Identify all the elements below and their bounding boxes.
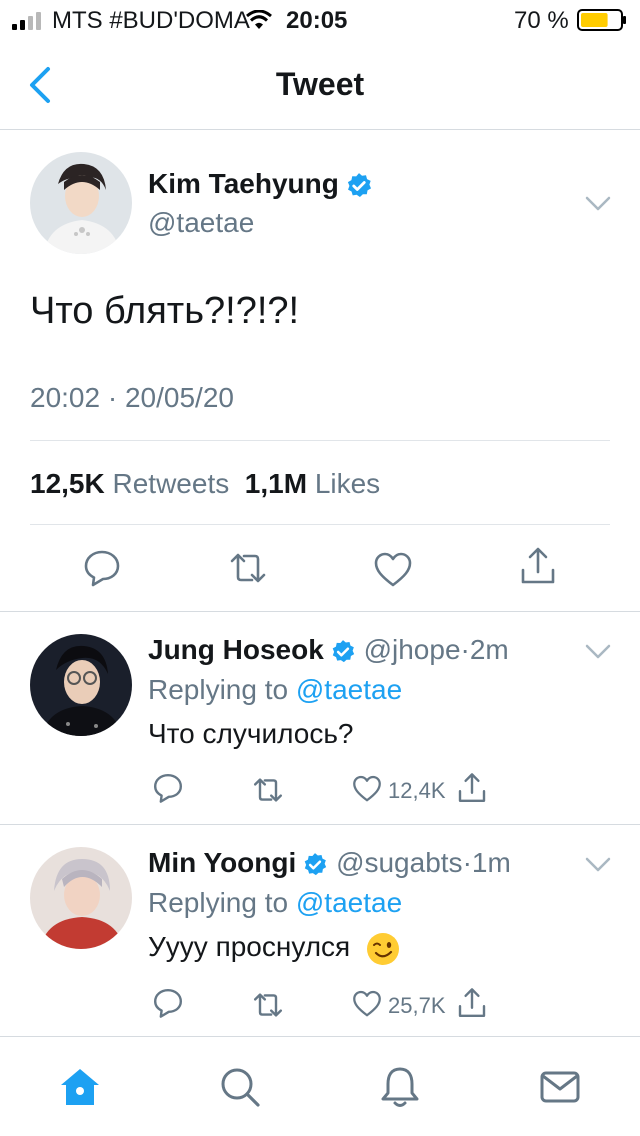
main-tweet: Kim Taehyung @taetae Что блять?!?!?! 20:… (0, 130, 640, 612)
chevron-down-icon[interactable] (585, 196, 611, 212)
reply-header: Jung Hoseok @jhope·2m (148, 634, 509, 666)
tweet-text: Что блять?!?!?! (30, 290, 300, 332)
likes-count[interactable]: 1,1M (245, 468, 307, 499)
retweet-icon[interactable] (252, 989, 284, 1021)
status-bar: MTS #BUD'DOMA 20:05 70 % (0, 0, 640, 40)
verified-badge-icon (304, 852, 327, 875)
page-title: Tweet (275, 66, 365, 102)
likes-label[interactable]: Likes (315, 468, 380, 499)
home-icon[interactable] (58, 1065, 102, 1109)
like-icon[interactable] (352, 774, 382, 804)
separator-dot: · (462, 847, 472, 878)
retweets-label[interactable]: Retweets (113, 468, 230, 499)
author-name-text: Kim Taehyung (148, 168, 339, 199)
divider (30, 524, 610, 525)
reply-tweet[interactable]: Jung Hoseok @jhope·2m Replying to @taeta… (0, 612, 640, 825)
avatar[interactable] (30, 847, 132, 949)
chevron-down-icon[interactable] (585, 857, 611, 873)
author-name[interactable]: Kim Taehyung (148, 168, 373, 200)
separator-dot: · (460, 634, 470, 665)
chevron-down-icon[interactable] (585, 644, 611, 660)
replying-to-mention[interactable]: @taetae (296, 887, 402, 918)
like-icon[interactable] (373, 550, 413, 590)
avatar[interactable] (30, 152, 132, 254)
carrier-name: MTS #BUD'DOMA (52, 7, 250, 34)
replying-to-prefix: Replying to (148, 887, 289, 918)
replying-to-prefix: Replying to (148, 674, 289, 705)
like-count: 25,7K (388, 993, 446, 1018)
share-icon[interactable] (456, 987, 488, 1019)
like-icon[interactable] (352, 989, 382, 1019)
retweets-count[interactable]: 12,5K (30, 468, 105, 499)
retweet-icon[interactable] (252, 774, 284, 806)
winking-face-icon (367, 932, 400, 965)
cellular-signal-icon (12, 12, 41, 30)
verified-badge-icon (347, 172, 371, 197)
like-count: 12,4K (388, 778, 446, 803)
replying-to: Replying to @taetae (148, 887, 402, 919)
replying-to-mention[interactable]: @taetae (296, 674, 402, 705)
reply-icon[interactable] (152, 772, 184, 804)
reply-text-content: Уууу проснулся (148, 931, 351, 962)
messages-icon[interactable] (538, 1065, 582, 1109)
tweet-time: 20:02 (30, 382, 101, 413)
clock: 20:05 (286, 7, 348, 34)
reply-text: Что случилось? (148, 718, 354, 749)
reply-author-name[interactable]: Min Yoongi (148, 847, 296, 878)
search-icon[interactable] (218, 1065, 262, 1109)
avatar[interactable] (30, 634, 132, 736)
battery-icon (577, 9, 626, 31)
verified-badge-icon (332, 639, 354, 662)
share-icon[interactable] (456, 772, 488, 804)
reply-author-handle[interactable]: @jhope (364, 634, 461, 665)
battery-percentage: 70 % (514, 7, 569, 34)
reply-header: Min Yoongi @sugabts·1m (148, 847, 511, 879)
reply-time: 1m (471, 847, 511, 878)
wifi-icon (246, 10, 272, 29)
reply-icon[interactable] (82, 548, 122, 588)
meta-separator: · (107, 382, 118, 413)
reply-author-handle[interactable]: @sugabts (336, 847, 463, 878)
tweet-date: 20/05/20 (124, 382, 234, 413)
engagement-stats: 12,5K Retweets 1,1M Likes (30, 468, 380, 500)
author-handle[interactable]: @taetae (148, 207, 254, 239)
reply-text: Уууу проснулся (148, 931, 400, 966)
replying-to: Replying to @taetae (148, 674, 402, 706)
divider (30, 440, 610, 441)
share-icon[interactable] (518, 546, 558, 586)
reply-icon[interactable] (152, 987, 184, 1019)
notifications-icon[interactable] (378, 1065, 422, 1109)
retweet-icon[interactable] (228, 548, 268, 588)
tab-bar (0, 1036, 640, 1136)
reply-tweet[interactable]: Min Yoongi @sugabts·1m Replying to @taet… (0, 825, 640, 1036)
tweet-timestamp: 20:02 · 20/05/20 (30, 382, 234, 414)
reply-time: 2m (469, 634, 509, 665)
navigation-header: Tweet (0, 40, 640, 130)
reply-author-name[interactable]: Jung Hoseok (148, 634, 324, 665)
